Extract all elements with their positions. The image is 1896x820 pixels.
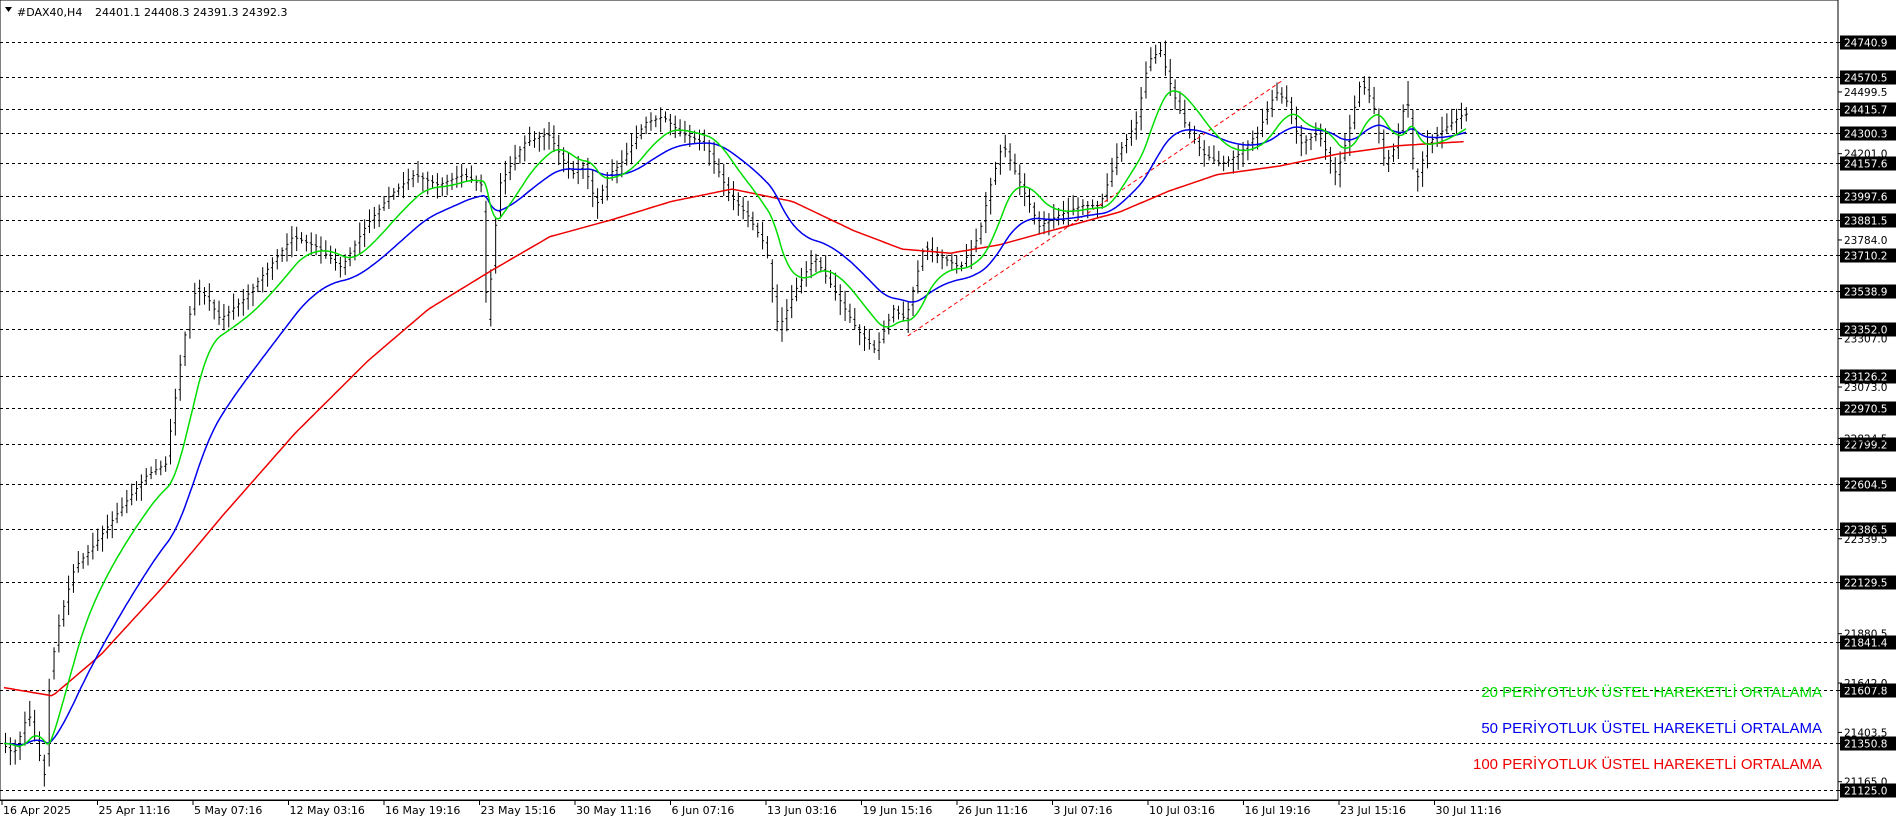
price-level-label: 24740.9 (1844, 38, 1887, 50)
time-label: 25 Apr 11:16 (99, 804, 171, 817)
price-tick-label: 21880.5 (1844, 629, 1887, 641)
time-label: 10 Jul 03:16 (1149, 804, 1215, 817)
price-level-label: 22970.5 (1844, 404, 1887, 416)
price-axis: 24740.924570.524415.724300.324157.623997… (1838, 35, 1896, 798)
price-tick-label: 22824.5 (1844, 433, 1887, 445)
price-tick-label: 23307.0 (1844, 334, 1887, 346)
price-chart[interactable]: 24740.924570.524415.724300.324157.623997… (0, 0, 1896, 820)
price-tick-label: 22339.5 (1844, 534, 1887, 546)
plot-area (0, 0, 1839, 801)
price-level-label: 23881.5 (1844, 216, 1887, 228)
price-tick-label: 21403.5 (1844, 727, 1887, 739)
price-level-label: 22129.5 (1844, 578, 1887, 590)
time-label: 5 May 07:16 (194, 804, 262, 817)
chart-header: #DAX40,H4 24401.1 24408.3 24391.3 24392.… (5, 6, 287, 19)
time-label: 30 Jul 11:16 (1436, 804, 1502, 817)
time-label: 16 Apr 2025 (3, 804, 71, 817)
time-label: 30 May 11:16 (576, 804, 651, 817)
price-level-label: 23538.9 (1844, 287, 1887, 299)
price-tick-label: 23784.0 (1844, 235, 1887, 247)
price-level-label: 24300.3 (1844, 129, 1887, 141)
time-label: 23 Jul 15:16 (1340, 804, 1406, 817)
time-label: 16 May 19:16 (385, 804, 460, 817)
legend-ema100: 100 PERİYOTLUK ÜSTEL HAREKETLİ ORTALAMA (1473, 755, 1822, 773)
price-tick-label: 24201.0 (1844, 149, 1887, 161)
price-level-label: 21350.8 (1844, 739, 1887, 751)
time-label: 26 Jun 11:16 (958, 804, 1028, 817)
time-axis: 16 Apr 2025 25 Apr 11:16 5 May 07:16 12 May… (0, 800, 1838, 817)
price-tick-label: 21165.0 (1844, 777, 1887, 789)
time-label: 3 Jul 07:16 (1054, 804, 1113, 817)
price-tick-label: 23073.0 (1844, 382, 1887, 394)
time-label: 13 Jun 03:16 (767, 804, 837, 817)
price-level-label: 22604.5 (1844, 480, 1887, 492)
time-label: 19 Jun 15:16 (863, 804, 933, 817)
ohlc-values: 24401.1 24408.3 24391.3 24392.3 (95, 6, 287, 19)
time-label: 6 Jun 07:16 (672, 804, 735, 817)
price-level-label: 23710.2 (1844, 251, 1887, 263)
price-tick-label: 21642.0 (1844, 678, 1887, 690)
time-label: 16 Jul 19:16 (1245, 804, 1311, 817)
time-label: 23 May 15:16 (481, 804, 556, 817)
price-level-label: 24570.5 (1844, 73, 1887, 85)
price-level-label: 23997.6 (1844, 192, 1888, 204)
legend: 20 PERİYOTLUK ÜSTEL HAREKETLİ ORTALAMA 5… (1473, 683, 1822, 773)
symbol-label: #DAX40,H4 (17, 6, 82, 19)
price-tick-label: 24499.5 (1844, 87, 1887, 99)
legend-ema50: 50 PERİYOTLUK ÜSTEL HAREKETLİ ORTALAMA (1481, 719, 1822, 737)
legend-ema20: 20 PERİYOTLUK ÜSTEL HAREKETLİ ORTALAMA (1481, 683, 1822, 701)
price-level-label: 24415.7 (1844, 105, 1887, 117)
time-label: 12 May 03:16 (290, 804, 365, 817)
